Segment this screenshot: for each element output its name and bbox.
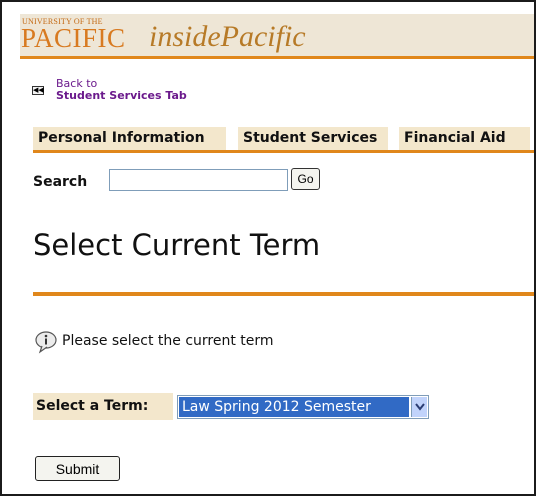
back-to-student-services-link[interactable]: Back to Student Services Tab <box>56 78 187 102</box>
chevron-down-icon[interactable] <box>411 397 427 417</box>
term-select-label: Select a Term: <box>33 393 173 420</box>
search-label: Search <box>33 174 88 190</box>
back-arrows-icon[interactable]: ◀◀ <box>32 86 44 95</box>
term-selected-value[interactable]: Law Spring 2012 Semester <box>179 397 409 417</box>
info-message: Please select the current term <box>62 333 274 349</box>
tab-bar: Personal Information Student Services Fi… <box>33 127 534 151</box>
tab-divider <box>33 150 534 153</box>
submit-button[interactable]: Submit <box>35 456 120 481</box>
search-go-button[interactable]: Go <box>291 168 320 190</box>
back-link-line2: Student Services Tab <box>56 89 187 102</box>
portal-name: insidePacific <box>149 20 306 53</box>
tab-student-services[interactable]: Student Services <box>238 127 388 151</box>
tab-personal-information[interactable]: Personal Information <box>33 127 226 151</box>
header-banner: UNIVERSITY OF THE PACIFIC insidePacific <box>20 14 534 59</box>
page-frame: UNIVERSITY OF THE PACIFIC insidePacific … <box>0 0 536 496</box>
title-divider <box>33 292 534 296</box>
page-title: Select Current Term <box>33 228 321 262</box>
logo-pacific-text: PACIFIC <box>21 23 126 53</box>
search-input[interactable] <box>109 169 288 191</box>
tab-financial-aid[interactable]: Financial Aid <box>399 127 530 151</box>
term-select[interactable]: Law Spring 2012 Semester <box>177 395 429 419</box>
info-speech-icon <box>34 330 58 354</box>
